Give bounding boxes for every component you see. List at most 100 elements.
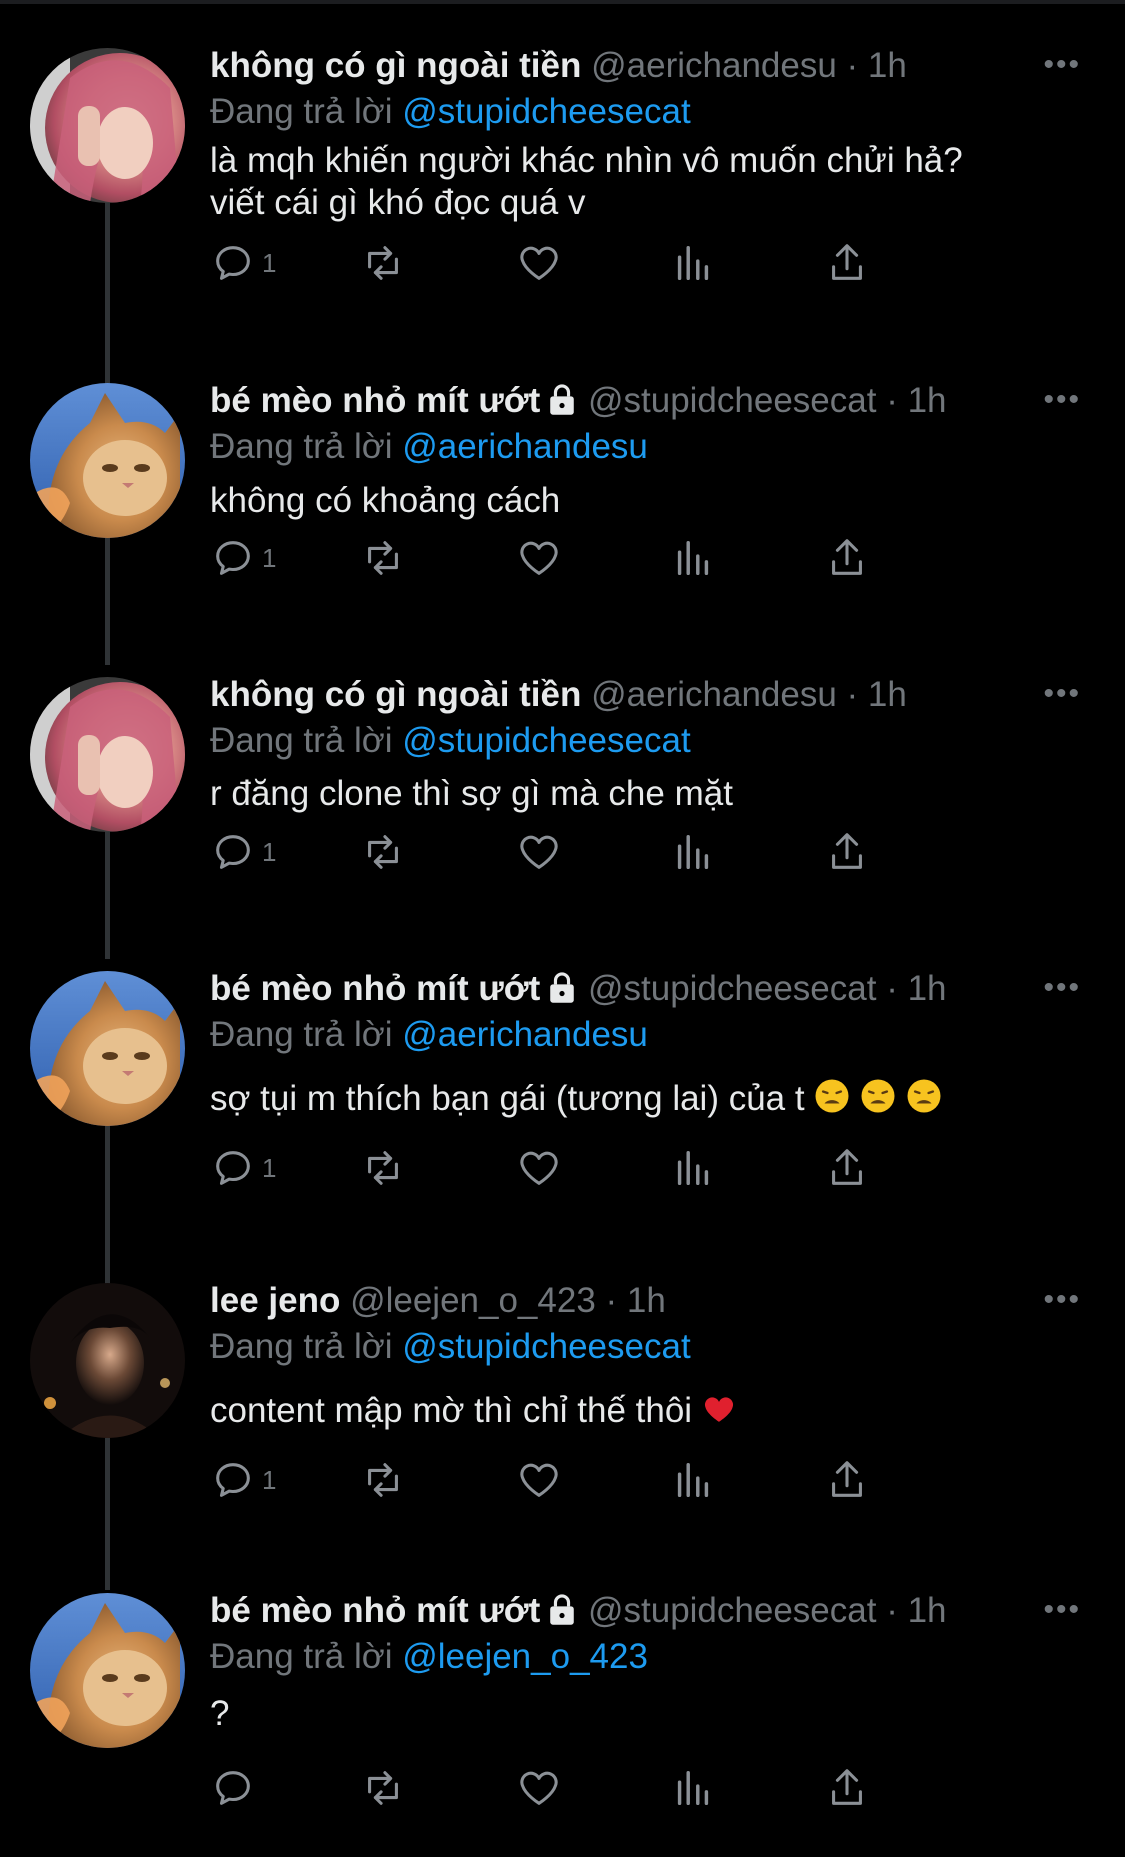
display-name[interactable]: bé mèo nhỏ mít ướt	[210, 1591, 540, 1630]
tweet-time[interactable]: · 1h	[886, 381, 946, 420]
share-button[interactable]	[824, 240, 870, 286]
display-name[interactable]: bé mèo nhỏ mít ướt	[210, 381, 540, 420]
reply-button[interactable]: 1	[210, 1145, 276, 1191]
more-options-icon[interactable]: •••	[1043, 50, 1081, 80]
thread-line	[105, 200, 110, 385]
reply-to-link[interactable]: @aerichandesu	[402, 427, 648, 466]
reply-button[interactable]: 1	[210, 829, 276, 875]
views-button[interactable]	[670, 240, 716, 286]
display-name[interactable]: lee jeno	[210, 1281, 340, 1320]
reply-to-link[interactable]: @stupidcheesecat	[402, 721, 690, 760]
pink-hair-girl-avatar-icon	[30, 677, 185, 832]
tweet-time[interactable]: · 1h	[847, 675, 907, 714]
heart-icon	[520, 1771, 558, 1805]
retweet-button[interactable]	[360, 1765, 406, 1811]
like-button[interactable]	[516, 1457, 562, 1503]
more-options-icon[interactable]: •••	[1043, 385, 1081, 415]
reply-to-link[interactable]: @stupidcheesecat	[402, 1327, 690, 1366]
retweet-button[interactable]	[360, 829, 406, 875]
views-button[interactable]	[670, 829, 716, 875]
views-chart-icon	[677, 245, 709, 281]
views-button[interactable]	[670, 1457, 716, 1503]
share-button[interactable]	[824, 1145, 870, 1191]
reply-prefix: Đang trả lời	[210, 721, 393, 760]
reply-button[interactable]	[210, 1765, 262, 1811]
user-handle[interactable]: @aerichandesu	[591, 46, 837, 85]
retweet-button[interactable]	[360, 535, 406, 581]
tweet-time[interactable]: · 1h	[886, 969, 946, 1008]
more-options-icon[interactable]: •••	[1043, 1285, 1081, 1315]
views-chart-icon	[677, 834, 709, 870]
tweet-time[interactable]: · 1h	[886, 1591, 946, 1630]
tweet-text: không có khoảng cách	[210, 481, 561, 520]
orange-cat-avatar-icon	[30, 971, 185, 1126]
weary-face-icon	[860, 1078, 896, 1124]
user-handle[interactable]: @leejen_o_423	[350, 1281, 596, 1320]
views-chart-icon	[677, 1462, 709, 1498]
lock-icon	[546, 1592, 578, 1635]
share-icon	[832, 833, 862, 869]
like-button[interactable]	[516, 1145, 562, 1191]
reply-count: 1	[262, 1464, 277, 1495]
tweet-header: không có gì ngoài tiền @aerichandesu · 1…	[210, 675, 907, 715]
tweet-actions: 1	[210, 1145, 1010, 1191]
share-button[interactable]	[824, 1765, 870, 1811]
tweet-time[interactable]: · 1h	[606, 1281, 666, 1320]
like-button[interactable]	[516, 535, 562, 581]
heart-icon	[520, 1151, 558, 1185]
more-options-icon[interactable]: •••	[1043, 679, 1081, 709]
display-name[interactable]: không có gì ngoài tiền	[210, 46, 581, 85]
heart-icon	[520, 835, 558, 869]
like-button[interactable]	[516, 829, 562, 875]
like-button[interactable]	[516, 1765, 562, 1811]
user-handle[interactable]: @aerichandesu	[591, 675, 837, 714]
views-button[interactable]	[670, 535, 716, 581]
reply-button[interactable]: 1	[210, 1457, 276, 1503]
pink-hair-girl-avatar-icon	[30, 48, 185, 203]
avatar[interactable]	[30, 48, 185, 203]
reply-to-link[interactable]: @aerichandesu	[402, 1015, 648, 1054]
share-button[interactable]	[824, 535, 870, 581]
reply-icon	[216, 1463, 250, 1497]
red-heart-icon	[702, 1392, 736, 1436]
views-button[interactable]	[670, 1145, 716, 1191]
avatar[interactable]	[30, 1283, 185, 1438]
tweet-header: không có gì ngoài tiền @aerichandesu · 1…	[210, 46, 907, 86]
lock-icon	[546, 970, 578, 1013]
avatar[interactable]	[30, 383, 185, 538]
tweet-header: lee jeno @leejen_o_423 · 1h	[210, 1281, 666, 1321]
user-handle[interactable]: @stupidcheesecat	[588, 969, 876, 1008]
views-button[interactable]	[670, 1765, 716, 1811]
reply-to-link[interactable]: @stupidcheesecat	[402, 92, 690, 131]
tweet-header: bé mèo nhỏ mít ướt @stupidcheesecat · 1h	[210, 969, 947, 1013]
heart-icon	[520, 541, 558, 575]
tweet-actions: 1	[210, 1457, 1010, 1503]
retweet-icon	[368, 1771, 398, 1805]
user-handle[interactable]: @stupidcheesecat	[588, 1591, 876, 1630]
retweet-button[interactable]	[360, 240, 406, 286]
more-options-icon[interactable]: •••	[1043, 973, 1081, 1003]
reply-prefix: Đang trả lời	[210, 92, 393, 131]
avatar[interactable]	[30, 1593, 185, 1748]
reply-button[interactable]: 1	[210, 240, 276, 286]
display-name[interactable]: không có gì ngoài tiền	[210, 675, 581, 714]
reply-prefix: Đang trả lời	[210, 1327, 393, 1366]
like-button[interactable]	[516, 240, 562, 286]
retweet-button[interactable]	[360, 1457, 406, 1503]
views-chart-icon	[677, 540, 709, 576]
display-name[interactable]: bé mèo nhỏ mít ướt	[210, 969, 540, 1008]
share-button[interactable]	[824, 829, 870, 875]
tweet-text: r đăng clone thì sợ gì mà che mặt	[210, 774, 733, 813]
share-button[interactable]	[824, 1457, 870, 1503]
reply-button[interactable]: 1	[210, 535, 276, 581]
replying-to: Đang trả lời @aerichandesu	[210, 1015, 648, 1055]
avatar[interactable]	[30, 971, 185, 1126]
user-handle[interactable]: @stupidcheesecat	[588, 381, 876, 420]
more-options-icon[interactable]: •••	[1043, 1595, 1081, 1625]
retweet-button[interactable]	[360, 1145, 406, 1191]
avatar[interactable]	[30, 677, 185, 832]
orange-cat-avatar-icon	[30, 383, 185, 538]
tweet-time[interactable]: · 1h	[847, 46, 907, 85]
reply-to-link[interactable]: @leejen_o_423	[402, 1637, 648, 1676]
share-icon	[832, 1461, 862, 1497]
